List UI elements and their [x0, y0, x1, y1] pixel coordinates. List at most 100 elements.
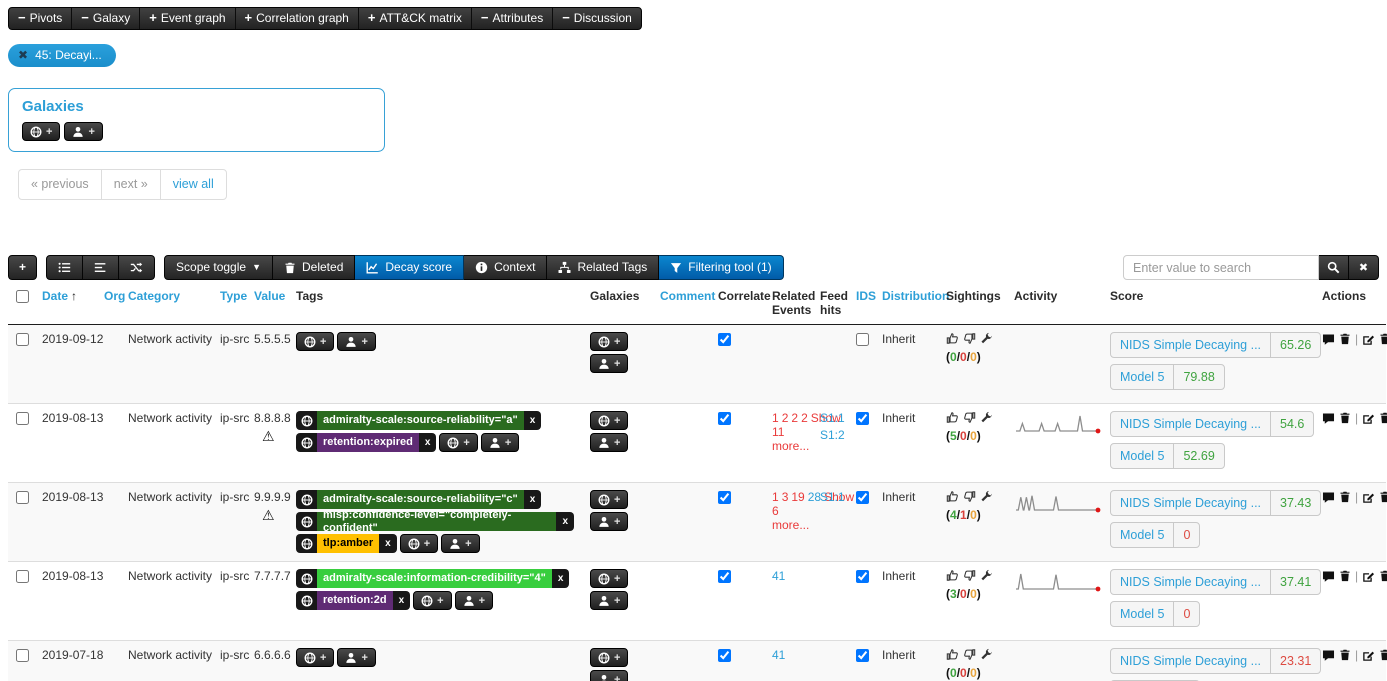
- delete-icon[interactable]: [1379, 412, 1387, 424]
- close-icon[interactable]: ✖: [18, 48, 28, 62]
- add-tag-button[interactable]: +: [296, 648, 334, 667]
- decay-score-badge[interactable]: NIDS Simple Decaying ...37.43: [1110, 490, 1321, 516]
- remove-tag-icon[interactable]: x: [419, 437, 437, 448]
- decay-model-name[interactable]: Model 5: [1111, 444, 1173, 468]
- add-local-galaxy-button[interactable]: +: [590, 512, 628, 531]
- thumbs-up-icon[interactable]: [946, 332, 959, 345]
- add-local-galaxy-button[interactable]: +: [590, 433, 628, 452]
- edit-icon[interactable]: [1362, 491, 1375, 504]
- correlate-checkbox[interactable]: [718, 649, 731, 662]
- align-view-button[interactable]: [83, 255, 119, 280]
- comment-action-icon[interactable]: [1322, 412, 1335, 425]
- wrench-icon[interactable]: [980, 332, 993, 345]
- col-value[interactable]: Value: [254, 289, 285, 303]
- next-page-button[interactable]: next »: [101, 169, 161, 200]
- add-tag-button[interactable]: +: [296, 332, 334, 351]
- delete-icon[interactable]: [1379, 649, 1387, 661]
- decay-score-badge[interactable]: Model 552.69: [1110, 443, 1225, 469]
- ids-checkbox[interactable]: [856, 412, 869, 425]
- ids-checkbox[interactable]: [856, 649, 869, 662]
- row-select-checkbox[interactable]: [16, 412, 29, 425]
- comment-action-icon[interactable]: [1322, 491, 1335, 504]
- add-local-galaxy-button[interactable]: +: [64, 122, 102, 141]
- decay-score-badge[interactable]: NIDS Simple Decaying ...23.31: [1110, 648, 1321, 674]
- add-galaxy-button[interactable]: +: [590, 569, 628, 588]
- wrench-icon[interactable]: [980, 411, 993, 424]
- nav-tab-pivots[interactable]: −Pivots: [9, 8, 71, 29]
- view-all-button[interactable]: view all: [160, 169, 227, 200]
- add-attribute-button[interactable]: +: [8, 255, 37, 280]
- decay-model-name[interactable]: Model 5: [1111, 523, 1173, 547]
- col-org[interactable]: Org: [104, 289, 125, 303]
- wrench-icon[interactable]: [980, 490, 993, 503]
- thumbs-down-icon[interactable]: [963, 490, 976, 503]
- wrench-icon[interactable]: [980, 569, 993, 582]
- add-galaxy-button[interactable]: +: [590, 648, 628, 667]
- related-tags-button[interactable]: Related Tags: [547, 255, 659, 280]
- remove-tag-icon[interactable]: x: [556, 516, 574, 527]
- select-all-checkbox[interactable]: [16, 290, 29, 303]
- add-local-galaxy-button[interactable]: +: [590, 670, 628, 681]
- add-local-galaxy-button[interactable]: +: [590, 591, 628, 610]
- remove-tag-icon[interactable]: x: [524, 415, 542, 426]
- soft-delete-icon[interactable]: [1339, 491, 1351, 503]
- soft-delete-icon[interactable]: [1339, 412, 1351, 424]
- decay-model-name[interactable]: Model 5: [1111, 365, 1173, 389]
- scope-toggle-button[interactable]: Scope toggle▼: [164, 255, 273, 280]
- attribute-tag[interactable]: admiralty-scale:source-reliability="a"x: [296, 411, 541, 430]
- row-select-checkbox[interactable]: [16, 649, 29, 662]
- thumbs-down-icon[interactable]: [963, 648, 976, 661]
- row-select-checkbox[interactable]: [16, 491, 29, 504]
- add-local-tag-button[interactable]: +: [441, 534, 479, 553]
- nav-tab-galaxy[interactable]: −Galaxy: [71, 8, 139, 29]
- delete-icon[interactable]: [1379, 570, 1387, 582]
- decay-score-badge[interactable]: Model 50: [1110, 522, 1200, 548]
- remove-tag-icon[interactable]: x: [552, 573, 570, 584]
- decay-score-badge[interactable]: NIDS Simple Decaying ...65.26: [1110, 332, 1321, 358]
- correlate-checkbox[interactable]: [718, 412, 731, 425]
- thumbs-up-icon[interactable]: [946, 490, 959, 503]
- feed-hit-link[interactable]: S1:1: [820, 411, 840, 425]
- search-input[interactable]: [1123, 255, 1319, 280]
- thumbs-down-icon[interactable]: [963, 569, 976, 582]
- attribute-tag[interactable]: admiralty-scale:source-reliability="c"x: [296, 490, 541, 509]
- related-event-link[interactable]: 19: [791, 490, 804, 504]
- add-local-tag-button[interactable]: +: [481, 433, 519, 452]
- add-local-tag-button[interactable]: +: [337, 332, 375, 351]
- deleted-button[interactable]: Deleted: [273, 255, 355, 280]
- thumbs-down-icon[interactable]: [963, 411, 976, 424]
- edit-icon[interactable]: [1362, 570, 1375, 583]
- comment-action-icon[interactable]: [1322, 333, 1335, 346]
- col-ids[interactable]: IDS: [856, 289, 876, 303]
- add-galaxy-button[interactable]: +: [590, 332, 628, 351]
- thumbs-up-icon[interactable]: [946, 569, 959, 582]
- decay-score-badge[interactable]: Model 50: [1110, 601, 1200, 627]
- correlate-checkbox[interactable]: [718, 491, 731, 504]
- filtering-tool-button[interactable]: Filtering tool (1): [659, 255, 783, 280]
- comment-action-icon[interactable]: [1322, 649, 1335, 662]
- attribute-tag[interactable]: admiralty-scale:information-credibility=…: [296, 569, 569, 588]
- add-tag-button[interactable]: +: [413, 591, 451, 610]
- add-local-tag-button[interactable]: +: [455, 591, 493, 610]
- edit-icon[interactable]: [1362, 333, 1375, 346]
- related-event-link[interactable]: 41: [772, 648, 785, 662]
- col-category[interactable]: Category: [128, 289, 180, 303]
- col-comment[interactable]: Comment: [660, 289, 715, 303]
- row-select-checkbox[interactable]: [16, 570, 29, 583]
- soft-delete-icon[interactable]: [1339, 649, 1351, 661]
- thumbs-up-icon[interactable]: [946, 648, 959, 661]
- feed-hit-link[interactable]: S1:1: [820, 490, 840, 504]
- feed-hit-link[interactable]: S1:2: [820, 428, 840, 442]
- nav-tab-correlation-graph[interactable]: +Correlation graph: [235, 8, 358, 29]
- search-button[interactable]: [1319, 255, 1349, 280]
- decay-score-button[interactable]: Decay score: [355, 255, 464, 280]
- related-event-link[interactable]: 1: [772, 411, 779, 425]
- decay-score-badge[interactable]: Model 579.88: [1110, 364, 1225, 390]
- nav-tab-discussion[interactable]: −Discussion: [552, 8, 641, 29]
- remove-tag-icon[interactable]: x: [379, 538, 397, 549]
- edit-icon[interactable]: [1362, 649, 1375, 662]
- add-local-galaxy-button[interactable]: +: [590, 354, 628, 373]
- nav-tab-attributes[interactable]: −Attributes: [471, 8, 552, 29]
- previous-page-button[interactable]: « previous: [18, 169, 102, 200]
- correlate-checkbox[interactable]: [718, 570, 731, 583]
